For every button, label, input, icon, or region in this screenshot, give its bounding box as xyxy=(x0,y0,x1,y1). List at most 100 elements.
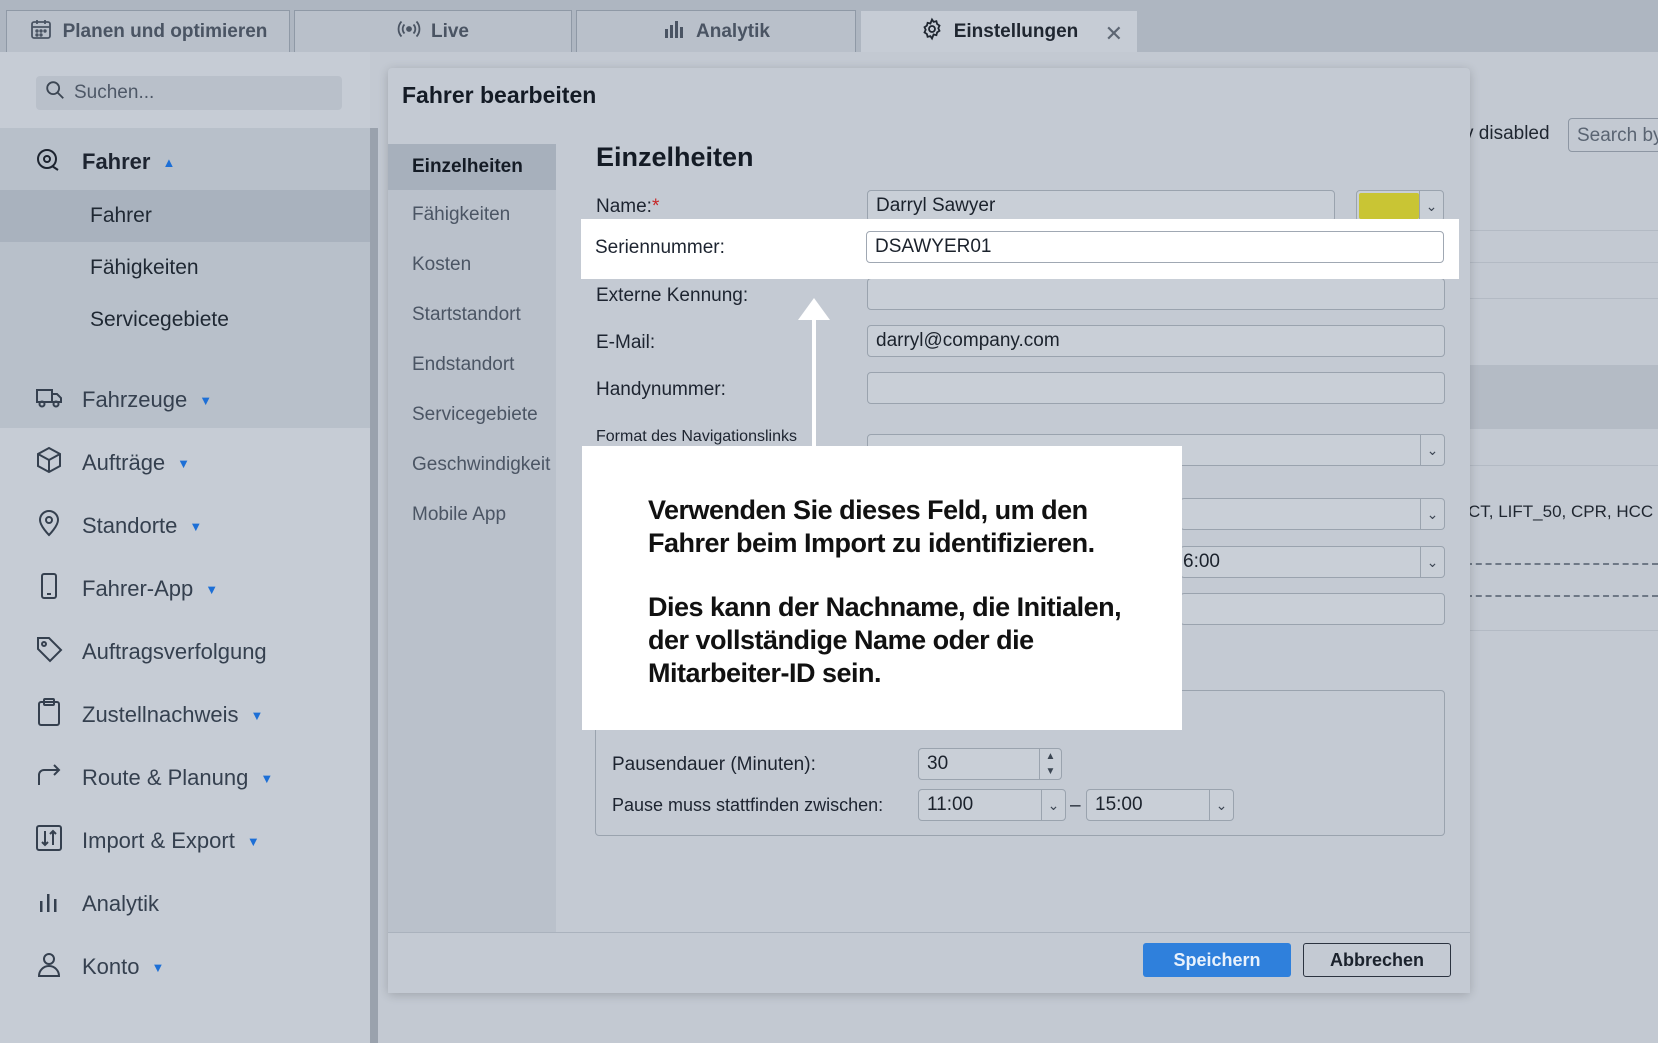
sidebar-item-zustellnachweis[interactable]: Zustellnachweis ▼ xyxy=(34,697,263,733)
package-icon xyxy=(34,445,64,481)
save-button[interactable]: Speichern xyxy=(1143,943,1291,977)
sidebar-item-label: Import & Export xyxy=(82,828,235,853)
table-row-selected xyxy=(1466,365,1658,429)
sidebar-item-label: Route & Planung xyxy=(82,765,249,790)
chevron-down-icon: ⌄ xyxy=(1419,191,1443,221)
time-select[interactable]: 6:00 ⌄ xyxy=(1180,546,1445,578)
chevron-up-icon: ▲ xyxy=(162,154,176,170)
name-field[interactable]: Darryl Sawyer xyxy=(867,190,1335,222)
dialog-nav-geschwindigkeit[interactable]: Geschwindigkeit xyxy=(388,442,556,488)
sidebar-item-auftraege[interactable]: Aufträge ▼ xyxy=(34,445,190,481)
serial-number-label: Seriennummer: xyxy=(595,237,725,258)
serial-number-field[interactable]: DSAWYER01 xyxy=(866,231,1444,263)
analytics-icon xyxy=(34,886,64,922)
search-icon xyxy=(44,79,66,107)
tab-analytik[interactable]: Analytik xyxy=(576,10,856,52)
broadcast-icon xyxy=(397,17,421,47)
tab-label: Planen und optimieren xyxy=(62,20,268,42)
time-value: 6:00 xyxy=(1183,551,1220,572)
dialog-nav-startstandort[interactable]: Startstandort xyxy=(388,292,556,338)
dialog-nav-servicegebiete[interactable]: Servicegebiete xyxy=(388,392,556,438)
sidebar-item-fahrzeuge[interactable]: Fahrzeuge ▼ xyxy=(34,382,212,418)
section-title: Einzelheiten xyxy=(596,142,754,172)
dialog-nav-einzelheiten[interactable]: Einzelheiten xyxy=(388,144,556,190)
divider xyxy=(1466,595,1658,597)
close-icon[interactable]: ✕ xyxy=(1105,21,1123,47)
chevron-down-icon: ⌄ xyxy=(1209,790,1233,820)
cancel-button[interactable]: Abbrechen xyxy=(1303,943,1451,977)
sidebar-item-standorte[interactable]: Standorte ▼ xyxy=(34,508,202,544)
serial-number-highlight: Seriennummer: DSAWYER01 xyxy=(581,219,1459,279)
sidebar-subitem-faehigkeiten[interactable]: Fähigkeiten xyxy=(0,242,370,294)
dialog-nav-endstandort[interactable]: Endstandort xyxy=(388,342,556,388)
calendar-icon xyxy=(29,17,53,47)
chevron-down-icon: ▼ xyxy=(250,707,264,723)
break-from-value: 11:00 xyxy=(927,794,974,815)
name-label: Name:* xyxy=(596,196,660,217)
sidebar-item-konto[interactable]: Konto ▼ xyxy=(34,949,164,985)
sidebar-search-input[interactable]: Suchen... xyxy=(36,76,342,110)
sidebar-scrollbar[interactable] xyxy=(370,128,378,1043)
color-swatch xyxy=(1359,193,1419,219)
external-id-field[interactable] xyxy=(867,278,1445,310)
text-field[interactable] xyxy=(1180,593,1445,625)
sidebar-item-import-export[interactable]: Import & Export ▼ xyxy=(34,823,260,859)
callout-text-1: Verwenden Sie dieses Feld, um den Fahrer… xyxy=(648,495,1095,558)
show-disabled-label: v disabled xyxy=(1464,123,1550,144)
phone-icon xyxy=(34,571,64,607)
table-search-input[interactable]: Search by xyxy=(1568,118,1658,152)
chevron-down-icon: ▼ xyxy=(205,581,219,597)
email-field[interactable]: darryl@company.com xyxy=(867,325,1445,357)
dialog-title: Fahrer bearbeiten xyxy=(402,82,597,108)
nav-link-format-label: Format des Navigationslinks xyxy=(596,428,797,445)
break-duration-label: Pausendauer (Minuten): xyxy=(612,754,816,775)
sidebar-item-fahrer[interactable]: Fahrer ▲ xyxy=(34,144,175,180)
location-pin-icon xyxy=(34,508,64,544)
sidebar-subitem-fahrer[interactable]: Fahrer xyxy=(0,190,370,242)
tab-live[interactable]: Live xyxy=(294,10,572,52)
truck-icon xyxy=(34,382,64,418)
chevron-down-icon: ▼ xyxy=(151,959,165,975)
sidebar-item-route-planung[interactable]: Route & Planung ▼ xyxy=(34,760,273,796)
tab-planen[interactable]: Planen und optimieren xyxy=(6,10,290,52)
sidebar-item-fahrer-app[interactable]: Fahrer-App ▼ xyxy=(34,571,218,607)
chevron-down-icon: ⌄ xyxy=(1420,499,1444,529)
sidebar-item-label: Analytik xyxy=(82,891,160,916)
external-id-label: Externe Kennung: xyxy=(596,285,749,306)
sidebar-item-label: Standorte xyxy=(82,513,178,538)
dialog-nav-kosten[interactable]: Kosten xyxy=(388,242,556,288)
import-export-icon xyxy=(34,823,64,859)
tab-einstellungen[interactable]: Einstellungen ✕ xyxy=(860,10,1138,52)
sidebar-item-auftragsverfolgung[interactable]: Auftragsverfolgung xyxy=(34,634,267,670)
user-icon xyxy=(34,949,64,985)
dialog-nav-faehigkeiten[interactable]: Fähigkeiten xyxy=(388,192,556,238)
select-field[interactable]: ⌄ xyxy=(1180,498,1445,530)
chevron-down-icon: ▼ xyxy=(189,518,203,534)
sidebar: Suchen... Fahrer ▲ Fahrer Fähigkeiten Se… xyxy=(0,52,370,1043)
sidebar-item-analytik[interactable]: Analytik xyxy=(34,886,159,922)
sidebar-subitem-servicegebiete[interactable]: Servicegebiete xyxy=(0,294,370,346)
chevron-down-icon: ⌄ xyxy=(1420,547,1444,577)
break-to-value: 15:00 xyxy=(1095,794,1143,815)
sidebar-item-label: Fahrer-App xyxy=(82,576,194,601)
break-to-select[interactable]: 15:00 ⌄ xyxy=(1086,789,1234,821)
chevron-down-icon: ▼ xyxy=(177,455,191,471)
email-label: E-Mail: xyxy=(596,332,656,353)
mobile-field[interactable] xyxy=(867,372,1445,404)
sidebar-item-label: Zustellnachweis xyxy=(82,702,239,727)
stepper-arrows-icon[interactable]: ▲ ▼ xyxy=(1039,749,1061,779)
tag-icon xyxy=(34,634,64,670)
dialog-footer: Speichern Abbrechen xyxy=(388,932,1470,993)
tab-strip: Planen und optimieren Live Analytik Eins… xyxy=(0,0,1658,52)
break-duration-stepper[interactable]: 30 ▲ ▼ xyxy=(918,748,1062,780)
driver-color-picker[interactable]: ⌄ xyxy=(1356,190,1444,222)
help-callout: Verwenden Sie dieses Feld, um den Fahrer… xyxy=(582,446,1182,730)
sidebar-item-label: Auftragsverfolgung xyxy=(82,639,267,664)
tab-label: Live xyxy=(430,20,470,42)
break-from-select[interactable]: 11:00 ⌄ xyxy=(918,789,1066,821)
dialog-nav-mobile-app[interactable]: Mobile App xyxy=(388,492,556,538)
break-window-label: Pause muss stattfinden zwischen: xyxy=(612,795,884,815)
chevron-down-icon: ▼ xyxy=(199,392,213,408)
clipboard-icon xyxy=(34,697,64,733)
chevron-down-icon: ⌄ xyxy=(1420,435,1444,465)
